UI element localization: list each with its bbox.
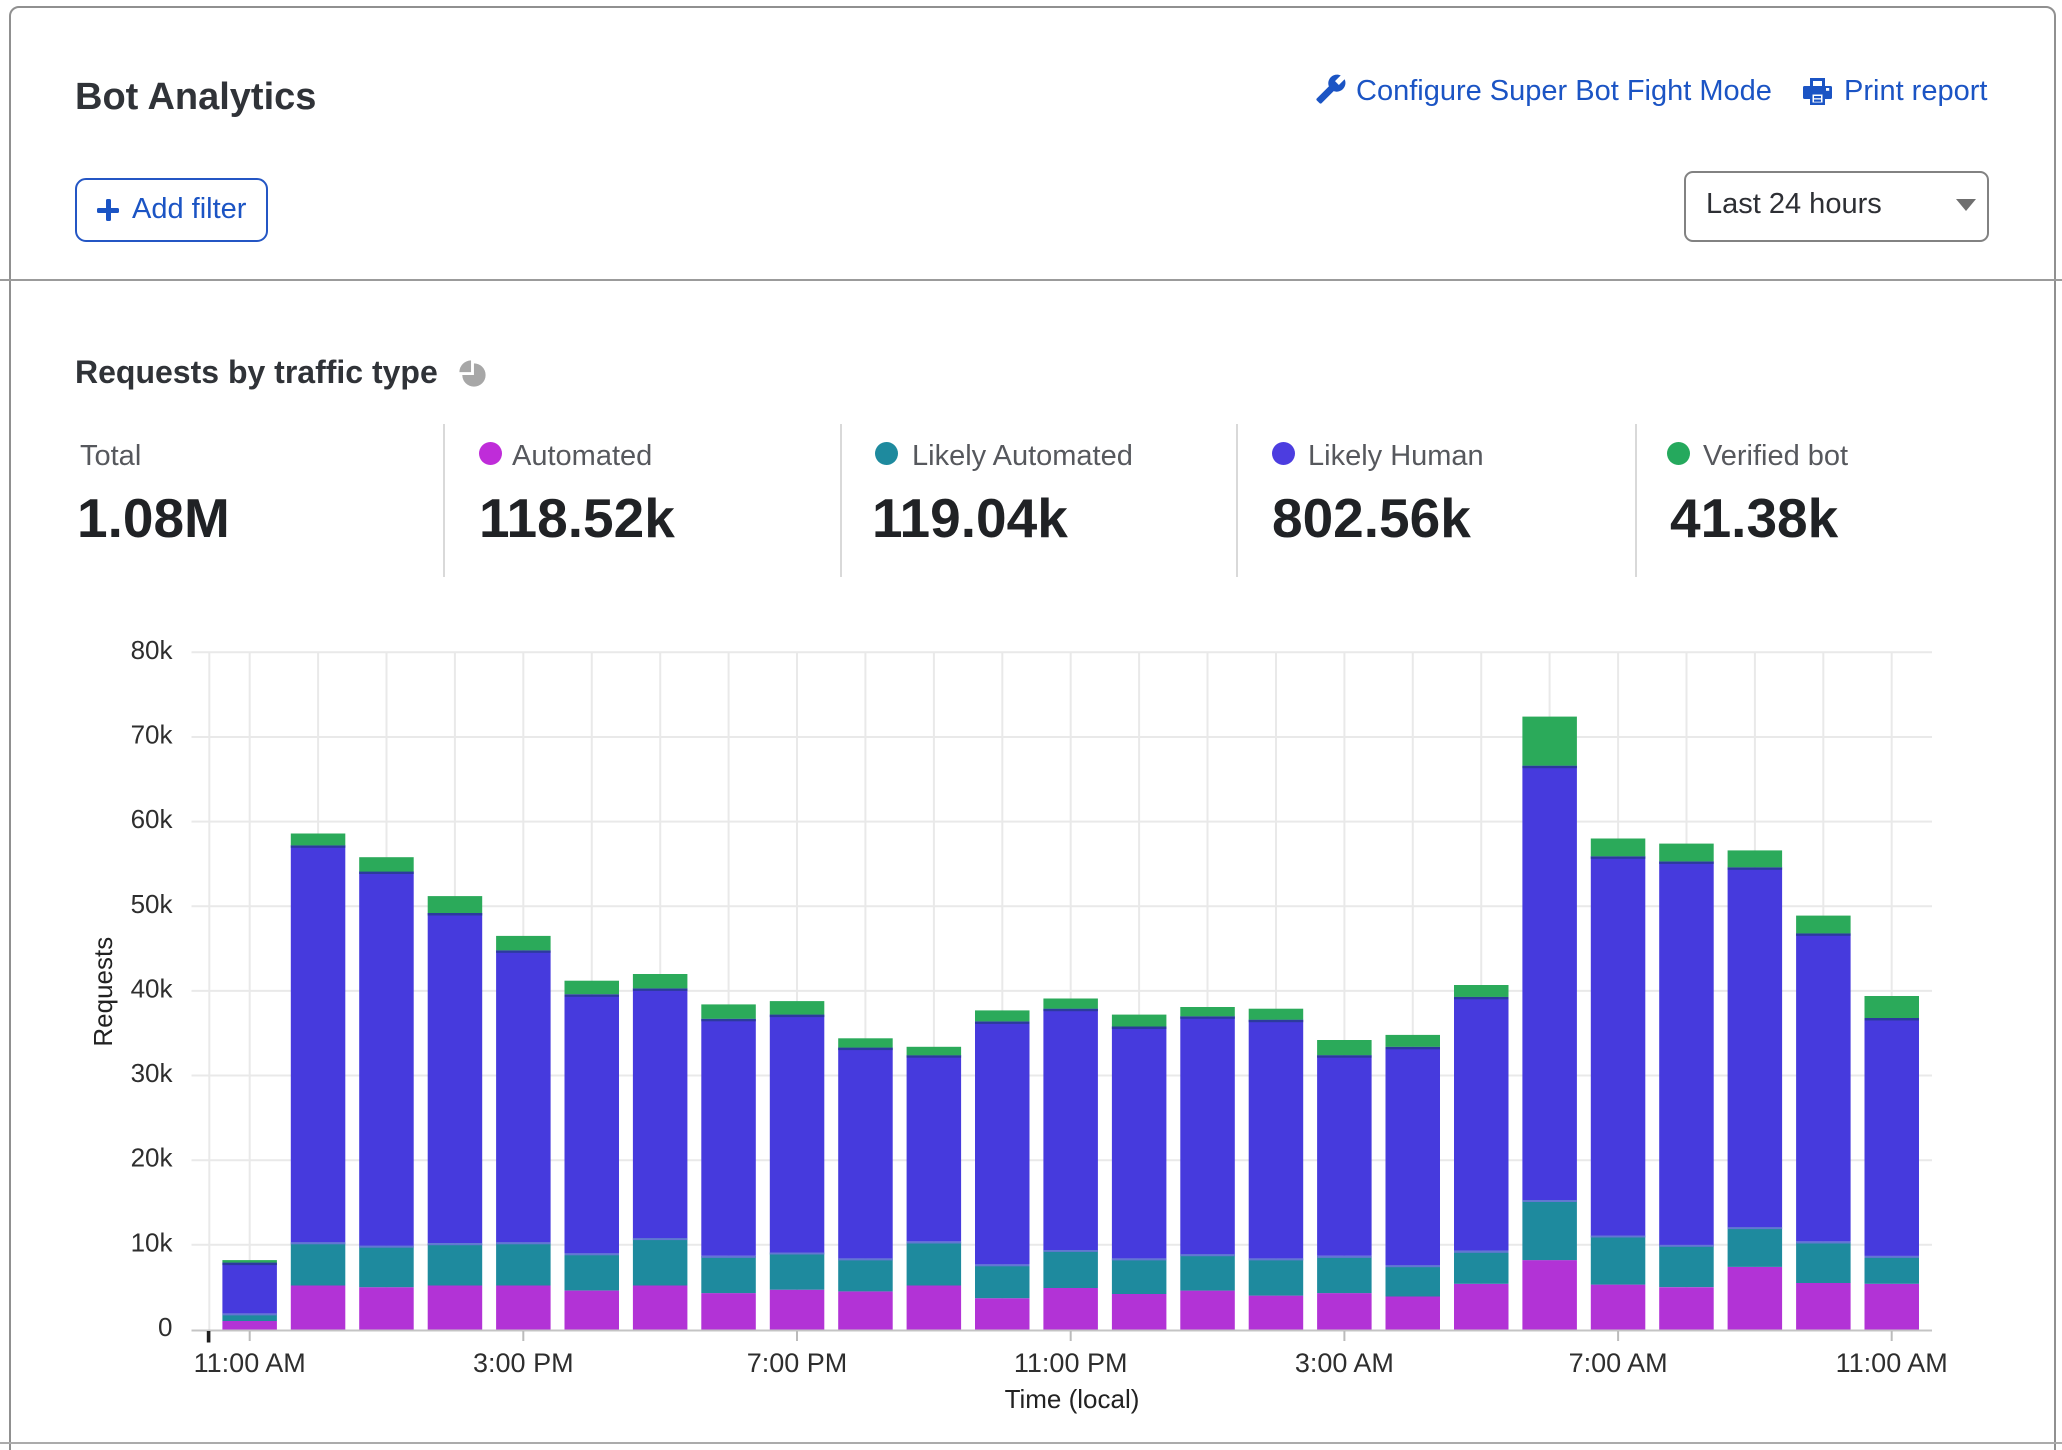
svg-text:20k: 20k (131, 1143, 174, 1173)
svg-text:80k: 80k (131, 635, 174, 665)
svg-text:10k: 10k (131, 1227, 174, 1257)
svg-text:40k: 40k (131, 973, 174, 1003)
svg-text:70k: 70k (131, 720, 174, 750)
svg-text:3:00 PM: 3:00 PM (473, 1348, 574, 1378)
svg-text:11:00 PM: 11:00 PM (1014, 1348, 1128, 1378)
svg-text:60k: 60k (131, 804, 174, 834)
svg-text:50k: 50k (131, 889, 174, 919)
svg-text:Requests: Requests (88, 937, 118, 1047)
svg-text:11:00 AM: 11:00 AM (1836, 1348, 1948, 1378)
svg-text:11:00 AM: 11:00 AM (194, 1348, 306, 1378)
svg-text:0: 0 (158, 1312, 172, 1342)
svg-text:7:00 AM: 7:00 AM (1569, 1348, 1668, 1378)
svg-text:Time (local): Time (local) (1005, 1384, 1140, 1414)
svg-text:7:00 PM: 7:00 PM (747, 1348, 848, 1378)
svg-text:3:00 AM: 3:00 AM (1295, 1348, 1394, 1378)
svg-text:30k: 30k (131, 1058, 174, 1088)
